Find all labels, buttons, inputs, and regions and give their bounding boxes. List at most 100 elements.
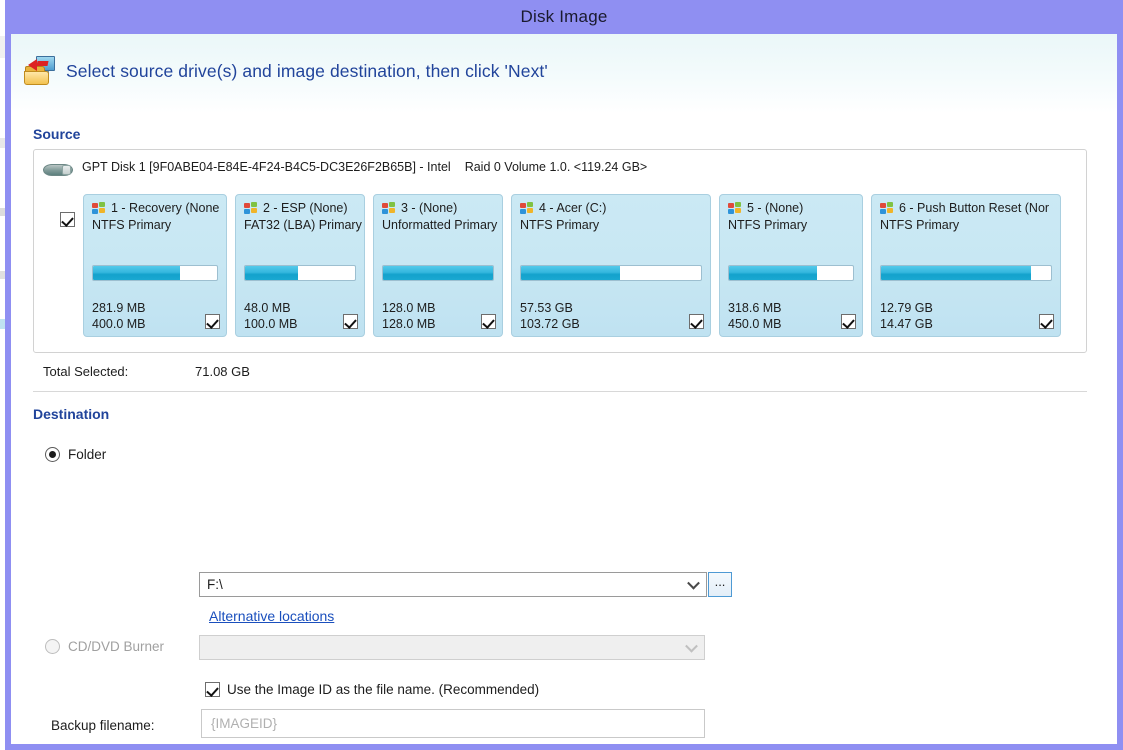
- partition-footer: 57.53 GB 103.72 GB: [520, 300, 704, 332]
- folder-radio-row[interactable]: Folder: [45, 447, 106, 462]
- folder-path-value: F:\: [207, 577, 223, 592]
- partition-tile[interactable]: 4 - Acer (C:) NTFS Primary 57.53 GB 103.72 …: [511, 194, 711, 337]
- partition-checkbox[interactable]: [343, 313, 358, 332]
- backup-filename-input[interactable]: {IMAGEID}: [201, 709, 705, 738]
- partition-sizes: 281.9 MB 400.0 MB: [92, 300, 146, 332]
- partition-total: 100.0 MB: [244, 317, 298, 331]
- partition-title: 1 - Recovery (None: [111, 201, 220, 215]
- partition-title-row: 5 - (None): [728, 201, 854, 215]
- partition-sizes: 48.0 MB 100.0 MB: [244, 300, 298, 332]
- destination-section-label: Destination: [33, 406, 110, 422]
- partition-subtitle: NTFS Primary: [728, 218, 808, 232]
- partition-subtitle: FAT32 (LBA) Primary: [244, 218, 362, 232]
- partition-usage-bar: [728, 265, 854, 281]
- partition-checkbox[interactable]: [689, 313, 704, 332]
- partition-title: 2 - ESP (None): [263, 201, 348, 215]
- source-disk-panel: GPT Disk 1 [9F0ABE04-E84E-4F24-B4C5-DC3E…: [33, 149, 1087, 353]
- disk-row: GPT Disk 1 [9F0ABE04-E84E-4F24-B4C5-DC3E…: [34, 150, 1086, 354]
- partition-checkbox[interactable]: [1039, 313, 1054, 332]
- cddvd-radio[interactable]: [45, 639, 60, 654]
- cddvd-radio-row[interactable]: CD/DVD Burner: [45, 639, 164, 654]
- partition-title: 6 - Push Button Reset (Nor: [899, 201, 1050, 215]
- browse-folder-label: ...: [714, 573, 726, 589]
- partition-tile[interactable]: 2 - ESP (None) FAT32 (LBA) Primary 48.0 MB…: [235, 194, 365, 337]
- partition-total: 400.0 MB: [92, 317, 146, 331]
- partition-used: 281.9 MB: [92, 301, 146, 315]
- hard-disk-icon: [43, 161, 73, 179]
- wizard-banner: Select source drive(s) and image destina…: [11, 34, 1117, 114]
- partition-tile[interactable]: 3 - (None) Unformatted Primary 128.0 MB 128…: [373, 194, 503, 337]
- cddvd-radio-label: CD/DVD Burner: [68, 639, 165, 654]
- partition-tile[interactable]: 1 - Recovery (None NTFS Primary 281.9 MB 40…: [83, 194, 227, 337]
- partition-title-row: 6 - Push Button Reset (Nor: [880, 201, 1052, 215]
- partition-subtitle: NTFS Primary: [520, 218, 600, 232]
- folder-radio-label: Folder: [68, 447, 107, 462]
- folder-radio[interactable]: [45, 447, 60, 462]
- partition-total: 128.0 MB: [382, 317, 436, 331]
- partition-usage-bar: [382, 265, 494, 281]
- browse-folder-button[interactable]: ...: [708, 572, 732, 597]
- wizard-banner-title: Select source drive(s) and image destina…: [66, 60, 548, 81]
- window-title: Disk Image: [520, 7, 608, 26]
- partition-title: 3 - (None): [401, 201, 458, 215]
- partition-checkbox[interactable]: [841, 313, 856, 332]
- use-image-id-checkbox[interactable]: [205, 682, 220, 697]
- windows-flag-icon: [244, 201, 258, 215]
- partition-title-row: 2 - ESP (None): [244, 201, 356, 215]
- partition-sizes: 12.79 GB 14.47 GB: [880, 300, 933, 332]
- total-selected-value: 71.08 GB: [195, 364, 250, 379]
- partition-usage-bar: [520, 265, 702, 281]
- windows-flag-icon: [92, 201, 106, 215]
- chevron-down-icon[interactable]: [687, 576, 700, 590]
- partition-usage-bar: [92, 265, 218, 281]
- window-titlebar: Disk Image: [5, 0, 1123, 34]
- backup-filename-label: Backup filename:: [51, 718, 155, 733]
- partition-total: 450.0 MB: [728, 317, 782, 331]
- partition-subtitle: NTFS Primary: [880, 218, 960, 232]
- use-image-id-label: Use the Image ID as the file name. (Reco…: [227, 682, 540, 697]
- partition-subtitle: Unformatted Primary: [382, 218, 498, 232]
- partition-total: 14.47 GB: [880, 317, 933, 331]
- windows-flag-icon: [728, 201, 742, 215]
- partition-footer: 128.0 MB 128.0 MB: [382, 300, 496, 332]
- partition-used: 48.0 MB: [244, 301, 291, 315]
- partition-footer: 48.0 MB 100.0 MB: [244, 300, 358, 332]
- partition-subtitle: NTFS Primary: [92, 218, 172, 232]
- backup-filename-placeholder: {IMAGEID}: [211, 716, 278, 731]
- use-image-id-row[interactable]: Use the Image ID as the file name. (Reco…: [205, 682, 539, 697]
- disk-header-main: GPT Disk 1 [9F0ABE04-E84E-4F24-B4C5-DC3E…: [82, 160, 451, 174]
- wizard-body: Source GPT Disk 1 [9F0ABE04-E84E-4F24-B4…: [11, 114, 1117, 744]
- partition-footer: 318.6 MB 450.0 MB: [728, 300, 856, 332]
- source-section-label: Source: [33, 126, 81, 142]
- chevron-down-icon[interactable]: [685, 639, 698, 653]
- partition-sizes: 318.6 MB 450.0 MB: [728, 300, 782, 332]
- windows-flag-icon: [520, 201, 534, 215]
- partition-total: 103.72 GB: [520, 317, 580, 331]
- disk-image-window: Disk Image Select source drive(s) and im…: [5, 0, 1123, 750]
- alternative-locations-link[interactable]: Alternative locations: [209, 608, 334, 624]
- folder-path-combobox[interactable]: F:\: [199, 572, 707, 597]
- partition-used: 318.6 MB: [728, 301, 782, 315]
- partition-used: 57.53 GB: [520, 301, 573, 315]
- partition-title-row: 1 - Recovery (None: [92, 201, 220, 215]
- partition-checkbox[interactable]: [481, 313, 496, 332]
- windows-flag-icon: [382, 201, 396, 215]
- partition-sizes: 128.0 MB 128.0 MB: [382, 300, 436, 332]
- partition-used: 12.79 GB: [880, 301, 933, 315]
- partition-title-row: 3 - (None): [382, 201, 494, 215]
- partition-tile[interactable]: 6 - Push Button Reset (Nor NTFS Primary 12…: [871, 194, 1061, 337]
- window-client-area: Select source drive(s) and image destina…: [11, 34, 1117, 744]
- disk-header-suffix: Raid 0 Volume 1.0. <119.24 GB>: [464, 160, 648, 174]
- partition-checkbox[interactable]: [205, 313, 220, 332]
- total-selected-label: Total Selected:: [43, 364, 129, 379]
- partition-used: 128.0 MB: [382, 301, 436, 315]
- partition-sizes: 57.53 GB 103.72 GB: [520, 300, 580, 332]
- cddvd-burner-combobox[interactable]: [199, 635, 705, 660]
- partition-title-row: 4 - Acer (C:): [520, 201, 702, 215]
- partition-tile[interactable]: 5 - (None) NTFS Primary 318.6 MB 450.0 MB: [719, 194, 863, 337]
- disk-select-checkbox[interactable]: [60, 211, 75, 229]
- partition-tile-list: 1 - Recovery (None NTFS Primary 281.9 MB 40…: [83, 194, 1087, 344]
- partition-usage-bar: [880, 265, 1052, 281]
- disk-header-text: GPT Disk 1 [9F0ABE04-E84E-4F24-B4C5-DC3E…: [82, 160, 647, 174]
- section-divider: [33, 391, 1087, 392]
